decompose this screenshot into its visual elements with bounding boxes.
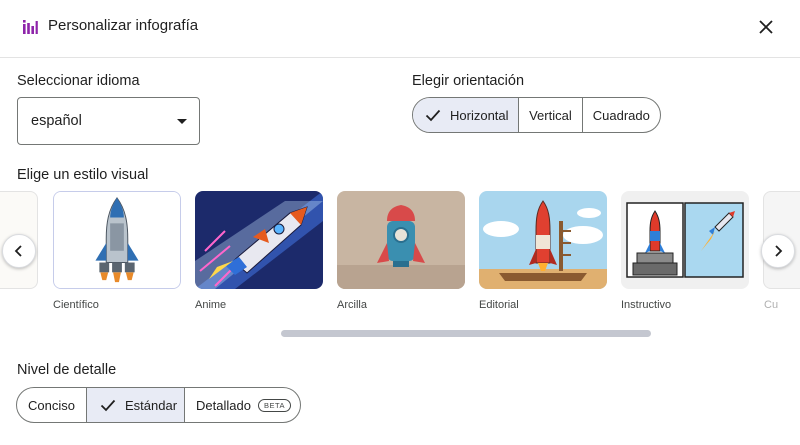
detail-option-standard[interactable]: Estándar [86,388,184,422]
language-label: Seleccionar idioma [17,73,140,89]
carousel-scrollbar[interactable] [281,330,651,337]
style-card-instructivo[interactable] [621,191,749,289]
carousel-next-button[interactable] [761,234,795,268]
style-card-label: Científico [53,299,99,311]
carousel-prev-button[interactable] [2,234,36,268]
anime-rocket-image [195,191,323,289]
editorial-rocket-image [479,191,607,289]
style-card-label: Arcilla [337,299,367,311]
style-card-anime[interactable] [195,191,323,289]
style-card-label: Anime [195,299,227,311]
detail-segmented-control: Conciso Estándar Detallado BETA [16,387,301,423]
orientation-option-square[interactable]: Cuadrado [581,98,660,132]
detail-option-label: Estándar [125,397,178,413]
style-carousel: Científico Anime Arcilla Editorial Instr… [0,188,800,318]
clay-rocket-image [337,191,465,289]
detail-option-label: Conciso [28,397,75,413]
infographic-icon [23,20,38,34]
orientation-option-label: Cuadrado [592,107,650,123]
chevron-right-icon [775,245,783,257]
beta-badge: BETA [257,398,291,412]
check-icon [425,109,441,122]
orientation-segmented-control: Horizontal Vertical Cuadrado [412,97,661,133]
style-card-label: Cu [764,299,779,311]
orientation-option-label: Horizontal [450,107,509,123]
style-card-label: Instructivo [621,299,672,311]
orientation-option-vertical[interactable]: Vertical [518,98,581,132]
language-value: español [31,113,82,129]
style-card-label: Editorial [479,299,519,311]
orientation-label: Elegir orientación [412,73,525,89]
dialog-header: Personalizar infografía [0,0,800,58]
detail-option-detailed[interactable]: Detallado BETA [184,388,300,422]
orientation-option-label: Vertical [529,107,572,123]
detail-option-concise[interactable]: Conciso [17,388,86,422]
instructional-rocket-image [621,191,749,289]
detail-option-label: Detallado [196,397,251,413]
detail-level-label: Nivel de detalle [17,362,117,378]
style-card-arcilla[interactable] [337,191,465,289]
dropdown-caret-icon [177,119,187,124]
visual-style-label: Elige un estilo visual [17,167,149,183]
rocket-diagram-image [54,192,180,288]
dialog-title: Personalizar infografía [48,17,199,34]
orientation-option-horizontal[interactable]: Horizontal [413,98,519,132]
style-card-cientifico[interactable] [53,191,181,289]
style-card-editorial[interactable] [479,191,607,289]
chevron-left-icon [14,245,22,257]
close-icon[interactable] [754,15,778,39]
check-icon [100,399,116,412]
language-select[interactable]: español [17,97,200,145]
